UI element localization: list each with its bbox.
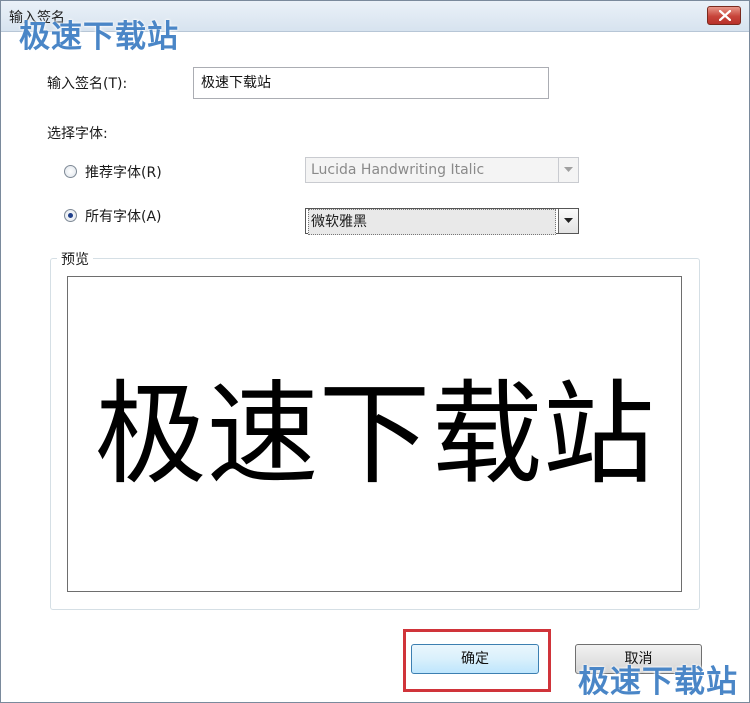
chevron-down-icon: [564, 167, 573, 172]
font-choice-label: 选择字体:: [47, 126, 108, 142]
recommended-font-dropdown: [558, 158, 578, 182]
signature-label: 输入签名(T):: [47, 76, 128, 92]
all-fonts-select[interactable]: 微软雅黑: [305, 208, 579, 235]
watermark-bottom: 极速下载站: [578, 664, 738, 700]
all-fonts-radio[interactable]: [64, 209, 77, 222]
all-fonts-dropdown[interactable]: [558, 209, 578, 233]
recommended-font-label[interactable]: 推荐字体(R): [85, 162, 162, 182]
recommended-font-radio[interactable]: [64, 165, 77, 178]
recommended-font-select: Lucida Handwriting Italic: [305, 157, 579, 183]
close-icon: [719, 10, 731, 21]
chevron-down-icon: [564, 218, 573, 223]
watermark-top: 极速下载站: [19, 19, 179, 55]
all-fonts-label[interactable]: 所有字体(A): [85, 206, 162, 226]
recommended-font-value: Lucida Handwriting Italic: [311, 162, 485, 178]
signature-input[interactable]: 极速下载站: [193, 67, 549, 99]
preview-signature: 极速下载站: [94, 370, 655, 500]
preview-area: 极速下载站: [67, 276, 682, 592]
close-button[interactable]: [707, 6, 741, 25]
sign-dialog: 输入签名 输入签名(T): 极速下载站 选择字体: 推荐字体(R) Lucida…: [0, 0, 750, 703]
preview-title: 预览: [57, 249, 93, 269]
ok-highlight-box: [403, 629, 551, 692]
all-fonts-value: 微软雅黑: [308, 209, 556, 235]
